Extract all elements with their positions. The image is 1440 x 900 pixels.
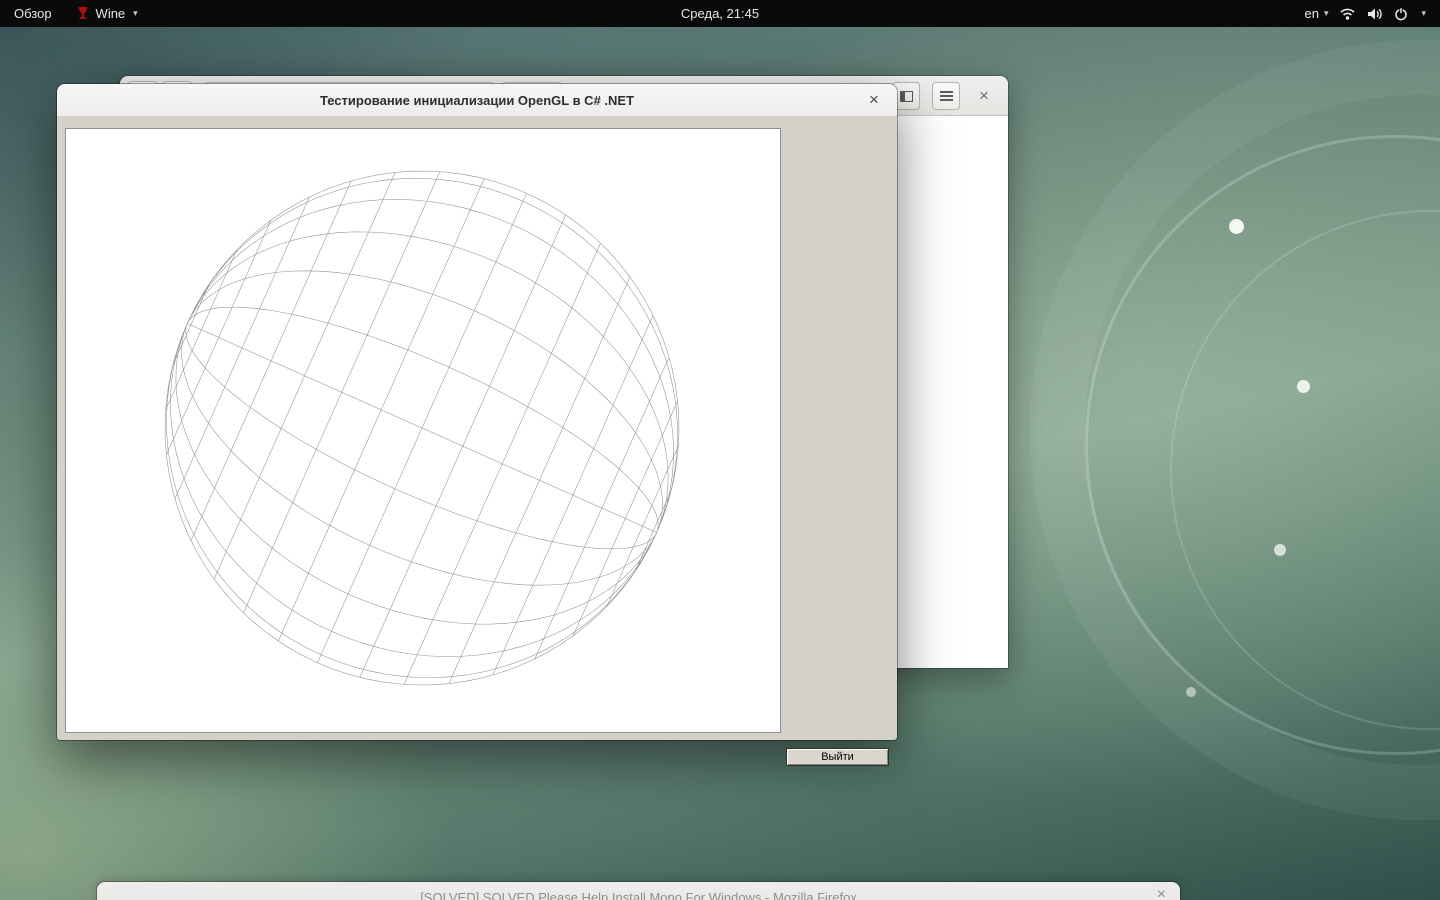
wallpaper-arc bbox=[1030, 40, 1440, 820]
window-client-area: Выйти bbox=[58, 117, 896, 766]
wallpaper-dot bbox=[1229, 219, 1244, 234]
wallpaper-arc bbox=[1085, 135, 1440, 755]
wireframe-sphere bbox=[164, 170, 680, 686]
top-bar: Обзор Wine ▾ Среда, 21:45 en ▾ ▾ bbox=[0, 0, 1440, 27]
close-button[interactable]: × bbox=[1157, 886, 1166, 900]
firefox-window-title: [SOLVED] SOLVED Please Help Install Mono… bbox=[420, 890, 857, 900]
window-title: Тестирование инициализации OpenGL в C# .… bbox=[319, 92, 635, 108]
close-button[interactable]: × bbox=[972, 84, 996, 108]
keyboard-layout-label: en bbox=[1304, 6, 1319, 21]
front-window-titlebar[interactable]: Тестирование инициализации OpenGL в C# .… bbox=[57, 84, 897, 117]
wallpaper-dot bbox=[1186, 687, 1196, 697]
firefox-window[interactable]: [SOLVED] SOLVED Please Help Install Mono… bbox=[97, 882, 1180, 900]
close-icon: × bbox=[979, 86, 989, 105]
chevron-down-icon: ▾ bbox=[1421, 8, 1426, 18]
wifi-icon bbox=[1340, 8, 1356, 20]
wallpaper-arc bbox=[1170, 210, 1440, 730]
chevron-down-icon: ▾ bbox=[1323, 8, 1329, 18]
volume-icon bbox=[1368, 8, 1383, 19]
power-icon bbox=[1395, 7, 1408, 20]
desktop: × Тестирование инициализации OpenGL в C#… bbox=[0, 0, 1440, 900]
menu-button[interactable] bbox=[932, 82, 960, 110]
clock[interactable]: Среда, 21:45 bbox=[0, 6, 1440, 21]
wallpaper-dot bbox=[1297, 380, 1310, 393]
keyboard-layout-indicator[interactable]: en ▾ bbox=[1304, 6, 1328, 21]
opengl-test-window: Тестирование инициализации OpenGL в C# .… bbox=[57, 84, 897, 766]
exit-button[interactable]: Выйти bbox=[786, 748, 889, 766]
close-icon: × bbox=[869, 90, 879, 109]
close-button[interactable]: × bbox=[859, 84, 889, 116]
system-status-area[interactable]: en ▾ ▾ bbox=[1298, 0, 1432, 27]
sidebar-view-icon bbox=[899, 90, 913, 102]
wallpaper-dot bbox=[1274, 544, 1286, 556]
menu-icon bbox=[939, 95, 953, 97]
close-icon: × bbox=[1156, 886, 1166, 900]
opengl-viewport bbox=[65, 128, 781, 733]
